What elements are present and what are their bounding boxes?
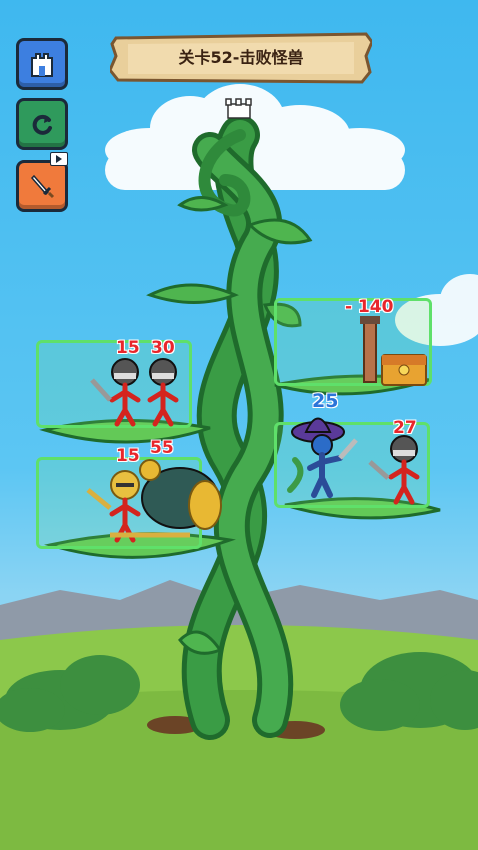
enemy-stickman [147,358,179,427]
enemy-golden-monster [139,459,222,530]
hero-power: 25 [312,390,339,412]
hero-samurai [291,417,358,498]
enemy-stickman [368,435,420,505]
enemy-power: 15 [116,338,140,358]
enemy-power: 30 [151,338,175,358]
enemy-stickman [90,358,141,427]
spike-trap [360,316,380,383]
game-stage: 关卡52-击败怪兽 15 30 15 55 - 140 25 27 [0,0,478,850]
enemy-power: 27 [393,418,417,438]
reward-value: - 140 [345,297,394,317]
enemy-power: 15 [116,446,140,466]
enemy-power: 55 [150,438,174,458]
treasure-chest [381,354,427,386]
